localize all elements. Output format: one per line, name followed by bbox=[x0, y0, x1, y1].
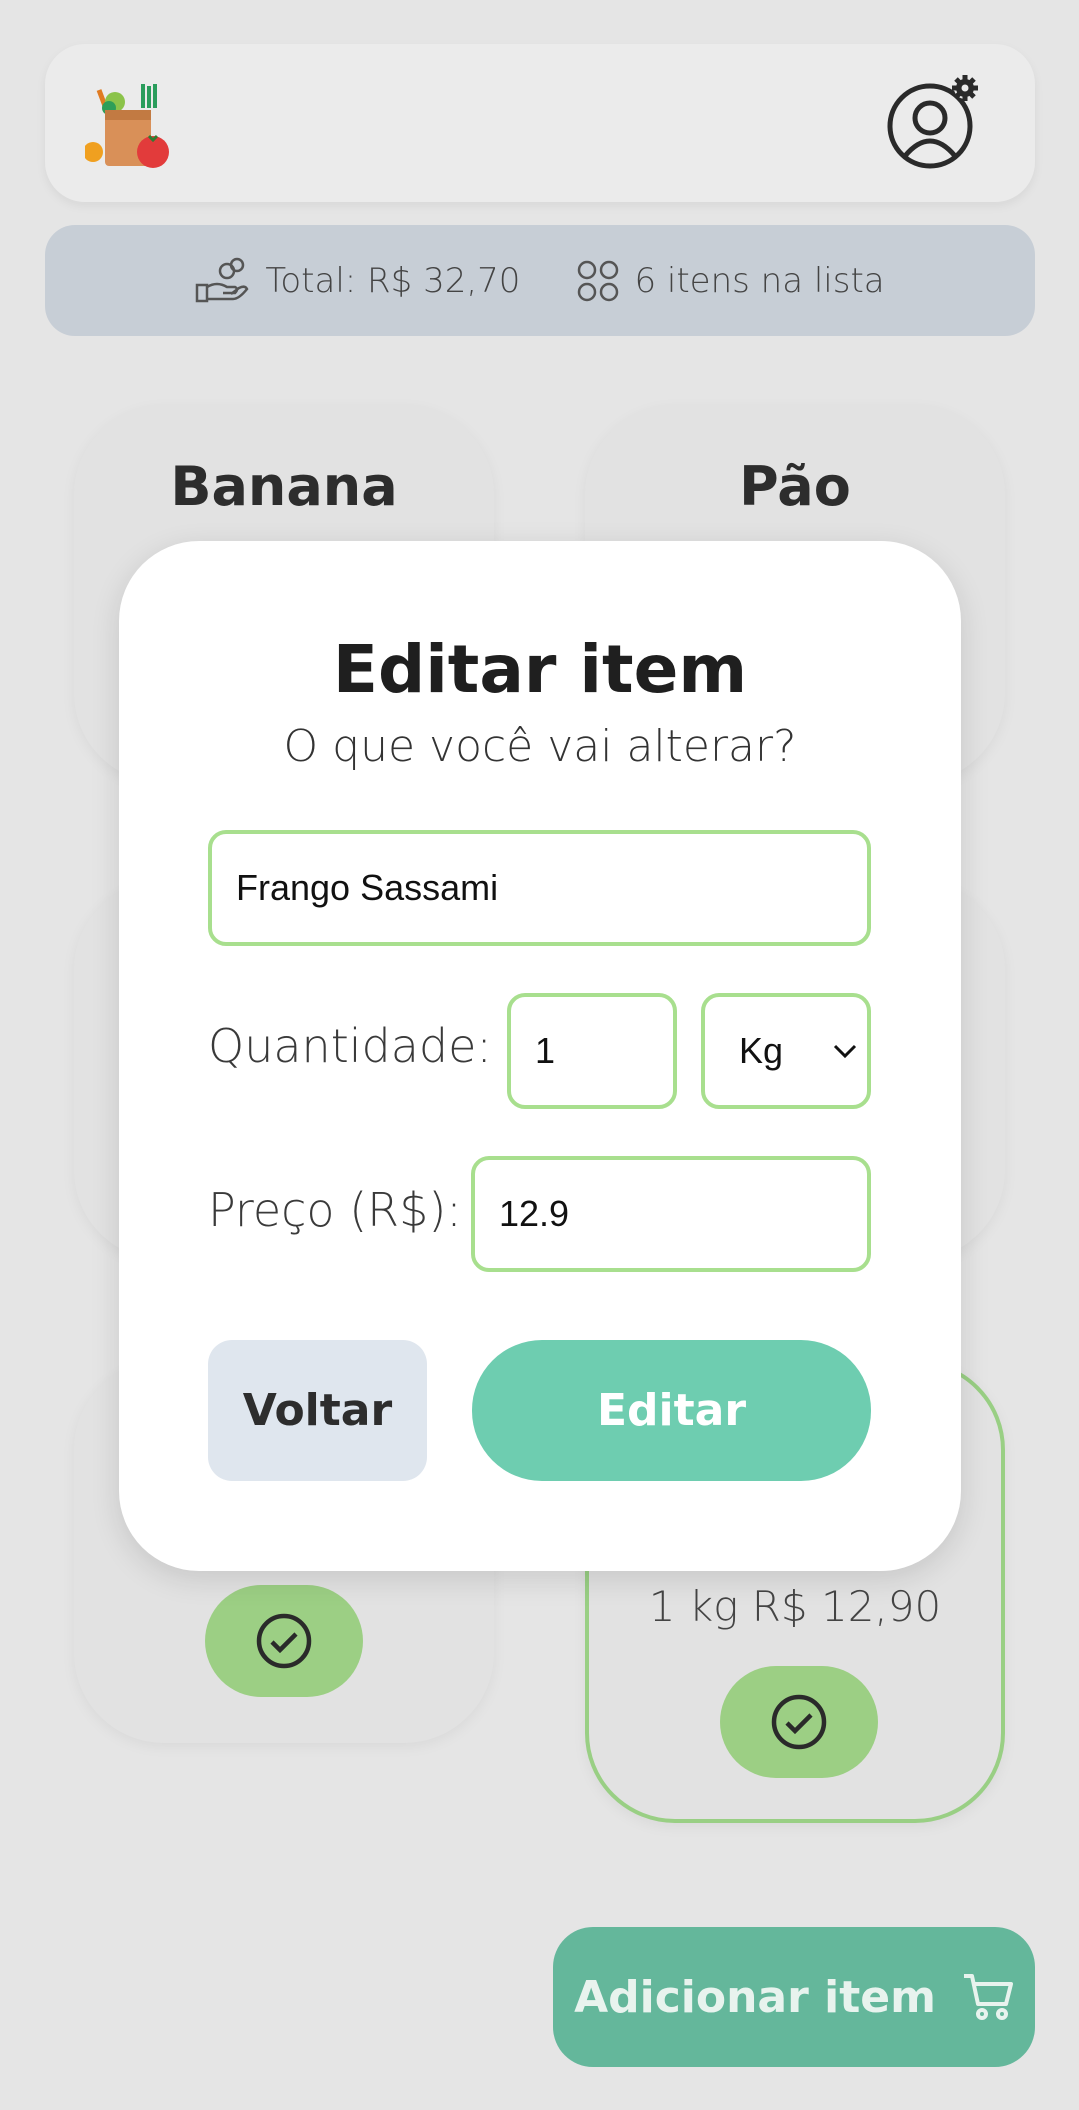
back-button-label: Voltar bbox=[242, 1385, 393, 1436]
cart-icon bbox=[963, 1974, 1013, 2020]
chevron-down-icon bbox=[833, 1044, 857, 1059]
count-text: 6 itens na lista bbox=[634, 260, 885, 301]
item-card-info: 1 kg R$ 12,90 bbox=[648, 1582, 942, 1631]
unit-value: Kg bbox=[739, 1030, 784, 1071]
total-summary: Total: R$ 32,70 bbox=[195, 257, 520, 305]
total-text: Total: R$ 32,70 bbox=[265, 260, 521, 301]
quantity-field[interactable] bbox=[507, 993, 677, 1109]
edit-button[interactable]: Editar bbox=[472, 1340, 871, 1481]
modal-subtitle: O que você vai alterar? bbox=[283, 721, 797, 772]
summary-bar: Total: R$ 32,70 6 itens na lista bbox=[45, 225, 1035, 336]
quantity-label: Quantidade: bbox=[208, 1019, 492, 1073]
items-grid-icon bbox=[578, 260, 619, 301]
add-item-label: Adicionar item bbox=[574, 1971, 936, 2023]
price-input[interactable] bbox=[475, 1193, 867, 1235]
hand-coins-icon bbox=[196, 257, 249, 302]
check-circle-icon bbox=[256, 1613, 312, 1669]
item-card-title: Pão bbox=[739, 455, 851, 518]
item-name-field[interactable] bbox=[208, 830, 871, 946]
grocery-bag-icon bbox=[85, 84, 169, 168]
item-card-title: Banana bbox=[170, 455, 398, 518]
price-field[interactable] bbox=[471, 1156, 871, 1272]
modal-title: Editar item bbox=[332, 631, 748, 708]
edit-button-label: Editar bbox=[596, 1385, 747, 1436]
add-item-button[interactable]: Adicionar item bbox=[553, 1927, 1035, 2067]
edit-item-modal: Editar item O que você vai alterar? Quan… bbox=[119, 541, 961, 1571]
check-circle-icon bbox=[771, 1694, 827, 1750]
item-name-input[interactable] bbox=[212, 867, 867, 909]
unit-select[interactable]: Kg bbox=[701, 993, 871, 1109]
check-button[interactable] bbox=[720, 1666, 878, 1778]
quantity-input[interactable] bbox=[511, 1030, 673, 1072]
count-summary: 6 itens na lista bbox=[576, 259, 885, 303]
app-header bbox=[45, 44, 1035, 202]
back-button[interactable]: Voltar bbox=[208, 1340, 427, 1481]
check-button[interactable] bbox=[205, 1585, 363, 1697]
user-settings-icon[interactable] bbox=[885, 74, 985, 174]
price-label: Preço (R$): bbox=[208, 1183, 462, 1237]
